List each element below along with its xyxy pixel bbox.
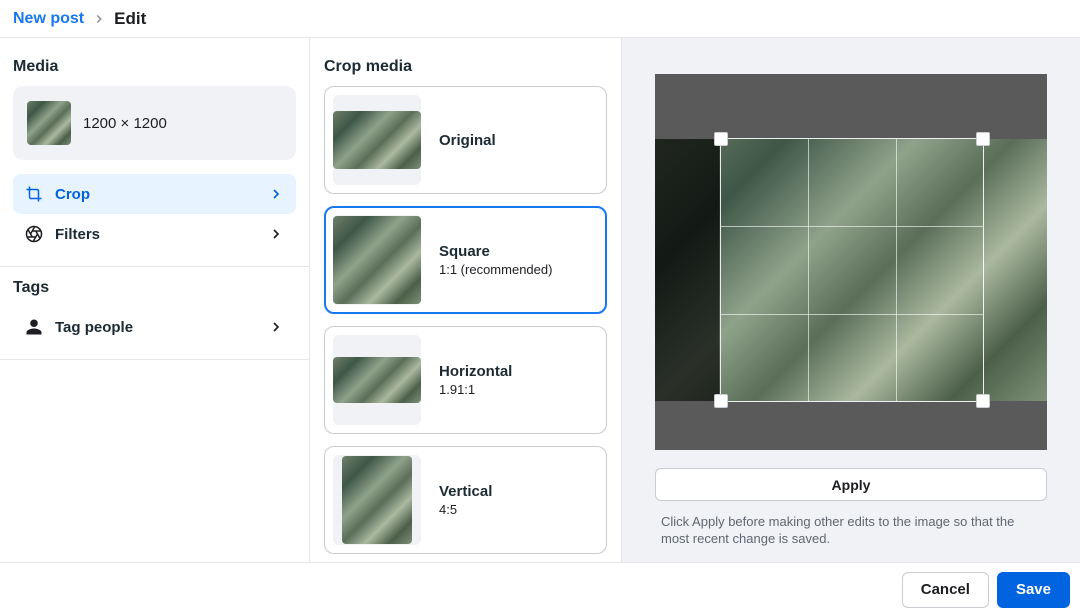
apply-button[interactable]: Apply — [655, 468, 1047, 501]
crop-option-label: Original — [439, 132, 496, 149]
left-sidebar: Media 1200 × 1200 Crop — [0, 38, 310, 562]
preview-panel: Apply Click Apply before making other ed… — [622, 38, 1080, 562]
media-section-title: Media — [13, 58, 296, 76]
dim-right — [655, 139, 719, 401]
apply-helper-text: Click Apply before making other edits to… — [655, 513, 1047, 548]
sidebar-item-label: Tag people — [55, 319, 133, 336]
crop-option-sub: 1:1 (recommended) — [439, 262, 552, 277]
grid-line-v2 — [896, 139, 897, 401]
breadcrumb-current: Edit — [114, 9, 146, 29]
cancel-button[interactable]: Cancel — [902, 572, 989, 608]
breadcrumb-parent-link[interactable]: New post — [13, 10, 84, 28]
grid-line-v1 — [808, 139, 809, 401]
sidebar-item-filters[interactable]: Filters — [13, 214, 296, 254]
sidebar-item-label: Crop — [55, 186, 90, 203]
crop-option-horizontal[interactable]: Horizontal 1.91:1 — [324, 326, 607, 434]
save-button[interactable]: Save — [997, 572, 1070, 608]
aperture-icon — [25, 225, 43, 243]
crop-option-label: Horizontal — [439, 363, 512, 380]
crop-option-label: Square — [439, 243, 552, 260]
chevron-right-icon — [268, 319, 284, 335]
sidebar-item-tag-people[interactable]: Tag people — [13, 307, 296, 347]
footer-bar: Cancel Save — [0, 562, 1080, 616]
sidebar-item-label: Filters — [55, 226, 100, 243]
sidebar-item-crop[interactable]: Crop — [13, 174, 296, 214]
crop-handle-tr[interactable] — [976, 132, 990, 146]
chevron-right-icon — [92, 12, 106, 26]
crop-option-original[interactable]: Original — [324, 86, 607, 194]
grid-line-h2 — [721, 314, 983, 315]
chevron-right-icon — [268, 226, 284, 242]
chevron-right-icon — [268, 186, 284, 202]
media-card[interactable]: 1200 × 1200 — [13, 86, 296, 160]
crop-handle-bl[interactable] — [714, 394, 728, 408]
crop-option-label: Vertical — [439, 483, 492, 500]
tags-section-title: Tags — [13, 279, 296, 297]
crop-option-square[interactable]: Square 1:1 (recommended) — [324, 206, 607, 314]
person-icon — [25, 318, 43, 336]
crop-media-title: Crop media — [324, 58, 607, 76]
crop-handle-br[interactable] — [976, 394, 990, 408]
crop-option-sub: 4:5 — [439, 502, 492, 517]
crop-icon — [25, 185, 43, 203]
crop-handle-tl[interactable] — [714, 132, 728, 146]
crop-box[interactable] — [721, 139, 983, 401]
breadcrumb: New post Edit — [0, 0, 1080, 38]
crop-option-sub: 1.91:1 — [439, 382, 512, 397]
crop-preview[interactable] — [655, 74, 1047, 450]
crop-options-panel: Crop media Original Square 1:1 (recommen… — [310, 38, 622, 562]
media-dimensions: 1200 × 1200 — [83, 115, 167, 132]
media-thumbnail — [27, 101, 71, 145]
crop-option-vertical[interactable]: Vertical 4:5 — [324, 446, 607, 554]
grid-line-h1 — [721, 226, 983, 227]
